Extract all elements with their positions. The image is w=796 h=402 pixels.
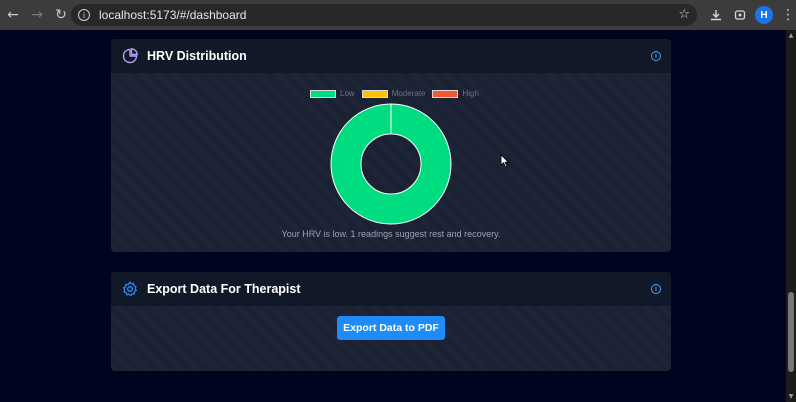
extensions-icon[interactable] — [729, 4, 751, 26]
legend-label: Moderate — [391, 89, 426, 98]
legend-label: Low — [340, 89, 355, 98]
hrv-distribution-card: HRV Distribution i Low Moderate High You… — [111, 39, 671, 252]
legend-item-low[interactable]: Low — [310, 89, 355, 98]
chart-legend: Low Moderate High — [310, 89, 479, 98]
card-title: Export Data For Therapist — [147, 282, 301, 296]
gear-icon — [121, 280, 139, 298]
profile-avatar[interactable]: H — [755, 6, 773, 24]
donut-inner-outline — [360, 133, 422, 195]
hrv-caption: Your HRV is low. 1 readings suggest rest… — [281, 229, 501, 239]
legend-swatch — [432, 89, 459, 98]
menu-kebab-icon[interactable]: ⋮ — [777, 4, 796, 26]
pie-chart-icon — [121, 47, 139, 65]
scroll-down-arrow-icon[interactable]: ▼ — [787, 393, 795, 400]
browser-toolbar: ← → ↻ i localhost:5173/#/dashboard ☆ H ⋮ — [0, 0, 796, 30]
bookmark-star-icon[interactable]: ☆ — [678, 7, 690, 22]
info-icon[interactable]: i — [651, 51, 661, 61]
site-info-icon[interactable]: i — [78, 9, 90, 21]
scroll-up-arrow-icon[interactable]: ▲ — [787, 32, 795, 39]
mouse-cursor-icon — [500, 154, 510, 168]
info-icon[interactable]: i — [651, 284, 661, 294]
forward-arrow-icon[interactable]: → — [26, 4, 48, 26]
page-viewport: HRV Distribution i Low Moderate High You… — [0, 30, 786, 402]
url-text: localhost:5173/#/dashboard — [99, 8, 247, 22]
scrollbar-thumb[interactable] — [788, 292, 794, 372]
export-card-header: Export Data For Therapist i — [111, 272, 671, 306]
legend-item-moderate[interactable]: Moderate — [361, 89, 426, 98]
address-bar[interactable]: i localhost:5173/#/dashboard ☆ — [71, 4, 697, 26]
legend-swatch — [361, 89, 388, 98]
hrv-donut-chart — [330, 103, 452, 225]
export-pdf-button[interactable]: Export Data to PDF — [337, 316, 445, 340]
legend-label: High — [462, 89, 479, 98]
reload-icon[interactable]: ↻ — [50, 4, 72, 26]
legend-item-high[interactable]: High — [432, 89, 479, 98]
hrv-card-header: HRV Distribution i — [111, 39, 671, 73]
page-scrollbar[interactable]: ▲ ▼ — [786, 30, 796, 402]
back-arrow-icon[interactable]: ← — [2, 4, 24, 26]
export-data-card: Export Data For Therapist i Export Data … — [111, 272, 671, 371]
toolbar-actions: H ⋮ — [705, 4, 796, 26]
card-title: HRV Distribution — [147, 49, 247, 63]
legend-swatch — [310, 89, 336, 98]
download-icon[interactable] — [705, 4, 727, 26]
